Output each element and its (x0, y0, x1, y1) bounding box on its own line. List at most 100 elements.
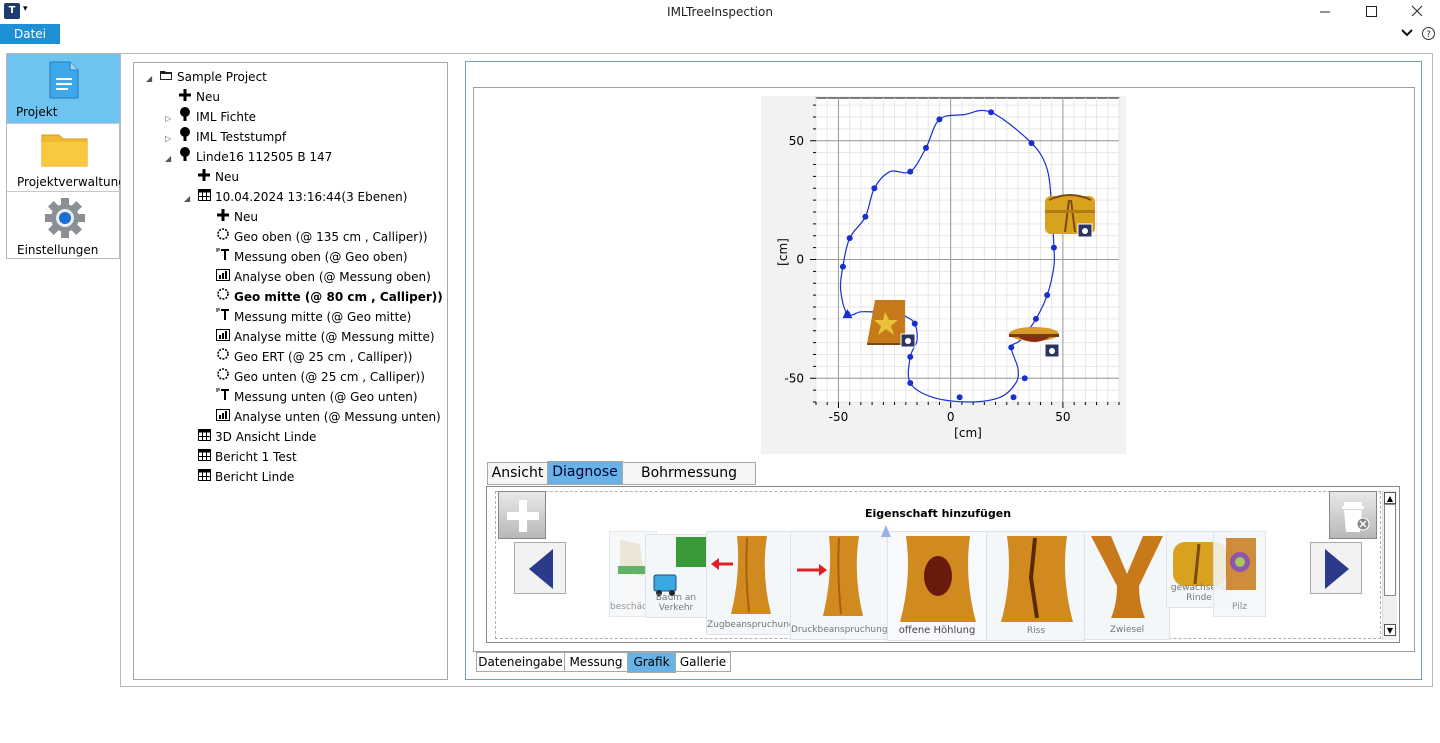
menu-datei[interactable]: Datei (0, 24, 60, 44)
tree-item[interactable]: Analyse oben (@ Messung oben) (203, 267, 431, 287)
help-icon[interactable]: ? (1421, 26, 1436, 44)
diagnose-card[interactable]: Zugbeanspruchung (706, 531, 795, 635)
data-point[interactable] (1044, 292, 1051, 299)
expander-icon[interactable]: ▷ (165, 109, 177, 129)
add-property-button[interactable] (498, 491, 546, 539)
tree-item-label: Geo oben (@ 135 cm , Calliper)) (234, 230, 428, 244)
diagnose-card[interactable]: Riss (986, 531, 1086, 641)
geo-icon (215, 347, 231, 367)
project-tree[interactable]: ◢ Sample Project Neu ▷ IML Fichte ▷ IML Testst… (133, 62, 448, 680)
tab-diagnose[interactable]: Diagnose (547, 461, 623, 485)
crack-wood-icon[interactable] (1045, 194, 1095, 238)
tree-item[interactable]: Bericht Linde (184, 467, 294, 487)
insert-marker-icon (881, 525, 891, 537)
carousel-next-button[interactable] (1310, 542, 1362, 594)
grid-icon (196, 187, 212, 207)
data-point[interactable] (1021, 375, 1028, 382)
tree-item[interactable]: Analyse unten (@ Messung unten) (203, 407, 441, 427)
diagnose-card[interactable]: Baum an Verkehr (645, 534, 707, 618)
expander-icon[interactable]: ◢ (184, 189, 196, 209)
collapse-ribbon-icon[interactable] (1400, 26, 1414, 44)
tab-bohrmessung[interactable]: Bohrmessung (ext.) (622, 462, 756, 502)
data-point[interactable] (1028, 140, 1035, 147)
diagnose-card[interactable]: Zwiesel (1084, 531, 1170, 640)
data-point[interactable] (907, 353, 914, 360)
fungus-trunk-icon (1226, 538, 1256, 590)
tree-item[interactable]: ▷ IML Fichte (165, 107, 256, 127)
analysis-icon (215, 327, 231, 347)
data-point[interactable] (907, 380, 914, 386)
arrow-right-icon (1325, 549, 1349, 589)
tree-item[interactable]: Geo oben (@ 135 cm , Calliper)) (203, 227, 428, 247)
crack-trunk-icon (1001, 536, 1073, 622)
close-icon (1411, 5, 1423, 17)
tab-messung[interactable]: Messung (564, 652, 628, 672)
analysis-icon (215, 267, 231, 287)
minimize-button[interactable] (1302, 0, 1348, 24)
delete-property-button[interactable] (1329, 491, 1377, 539)
tree-item[interactable]: Neu (165, 87, 220, 107)
close-button[interactable] (1394, 0, 1440, 24)
tree-item[interactable]: Geo unten (@ 25 cm , Calliper)) (203, 367, 425, 387)
diagnose-scrollbar[interactable]: ▲ ▼ (1382, 490, 1397, 640)
scroll-thumb[interactable] (1384, 504, 1396, 596)
tree-item[interactable]: ◢ Linde16 112505 B 147 (165, 147, 332, 167)
data-point[interactable] (839, 263, 846, 270)
tree-item-label: Sample Project (177, 70, 267, 84)
tree-item[interactable]: Messung mitte (@ Geo mitte) (203, 307, 411, 327)
expander-icon[interactable]: ◢ (146, 69, 158, 89)
x-axis-label: [cm] (954, 426, 982, 440)
data-point[interactable] (846, 235, 853, 242)
data-point[interactable] (988, 109, 995, 116)
tree-item[interactable]: Bericht 1 Test (184, 447, 297, 467)
data-point[interactable] (907, 168, 914, 175)
tab-gallerie[interactable]: Gallerie (675, 652, 731, 672)
tab-ansicht[interactable]: Ansicht (487, 462, 548, 485)
data-point[interactable] (1010, 394, 1017, 401)
data-point[interactable] (862, 213, 869, 220)
card-caption: Zugbeanspruchung (707, 620, 795, 630)
carousel-prev-button[interactable] (514, 542, 566, 594)
svg-text:?: ? (1426, 30, 1431, 40)
tree-item[interactable]: Geo ERT (@ 25 cm , Calliper)) (203, 347, 412, 367)
diagnose-card[interactable]: Pilz (1213, 531, 1266, 617)
tree-item[interactable]: Neu (203, 207, 258, 227)
tree-item[interactable]: Geo mitte (@ 80 cm , Calliper)) (203, 287, 443, 307)
tree-item[interactable]: ◢ Sample Project (146, 67, 267, 87)
folder-icon (41, 134, 88, 167)
geo-icon (215, 367, 231, 387)
nav-projekt-label: Projekt (16, 105, 58, 119)
tree-item-label: Geo mitte (@ 80 cm , Calliper)) (234, 290, 443, 304)
nav-projekt[interactable]: Projekt (7, 54, 120, 124)
scroll-down-icon[interactable]: ▼ (1384, 624, 1396, 636)
minimize-icon (1320, 11, 1330, 13)
tree-item[interactable]: 3D Ansicht Linde (184, 427, 316, 447)
data-point[interactable] (936, 116, 943, 123)
tree-item-label: Bericht 1 Test (215, 450, 297, 464)
data-point[interactable] (871, 185, 878, 192)
nav-einstellungen[interactable]: Einstellungen (7, 192, 120, 260)
data-point[interactable] (922, 144, 929, 151)
tree-item[interactable]: Neu (184, 167, 239, 187)
data-point[interactable] (911, 320, 918, 327)
data-point[interactable] (1032, 315, 1039, 322)
tree-item[interactable]: ▷ IML Teststumpf (165, 127, 286, 147)
diagnose-card[interactable]: offene Höhlung (887, 531, 987, 641)
tab-grafik[interactable]: Grafik (627, 652, 676, 673)
tree-item[interactable]: ◢ 10.04.2024 13:16:44(3 Ebenen) (184, 187, 407, 207)
data-point[interactable] (956, 394, 963, 401)
expander-icon[interactable]: ◢ (165, 149, 177, 169)
tree-item[interactable]: Messung unten (@ Geo unten) (203, 387, 418, 407)
tree-item[interactable]: Messung oben (@ Geo oben) (203, 247, 408, 267)
tree-item[interactable]: Analyse mitte (@ Messung mitte) (203, 327, 435, 347)
scroll-up-icon[interactable]: ▲ (1384, 492, 1396, 504)
nav-projektverwaltung[interactable]: Projektverwaltung (7, 124, 126, 192)
maximize-button[interactable] (1348, 0, 1394, 24)
grid-icon (196, 427, 212, 447)
grid-icon (196, 467, 212, 487)
diagnose-card[interactable]: Druckbeanspruchung (790, 531, 888, 640)
tab-dateneingabe[interactable]: Dateneingabe (476, 652, 565, 672)
data-point[interactable] (1050, 244, 1057, 251)
expander-icon[interactable]: ▷ (165, 129, 177, 149)
data-point[interactable] (1008, 344, 1015, 351)
